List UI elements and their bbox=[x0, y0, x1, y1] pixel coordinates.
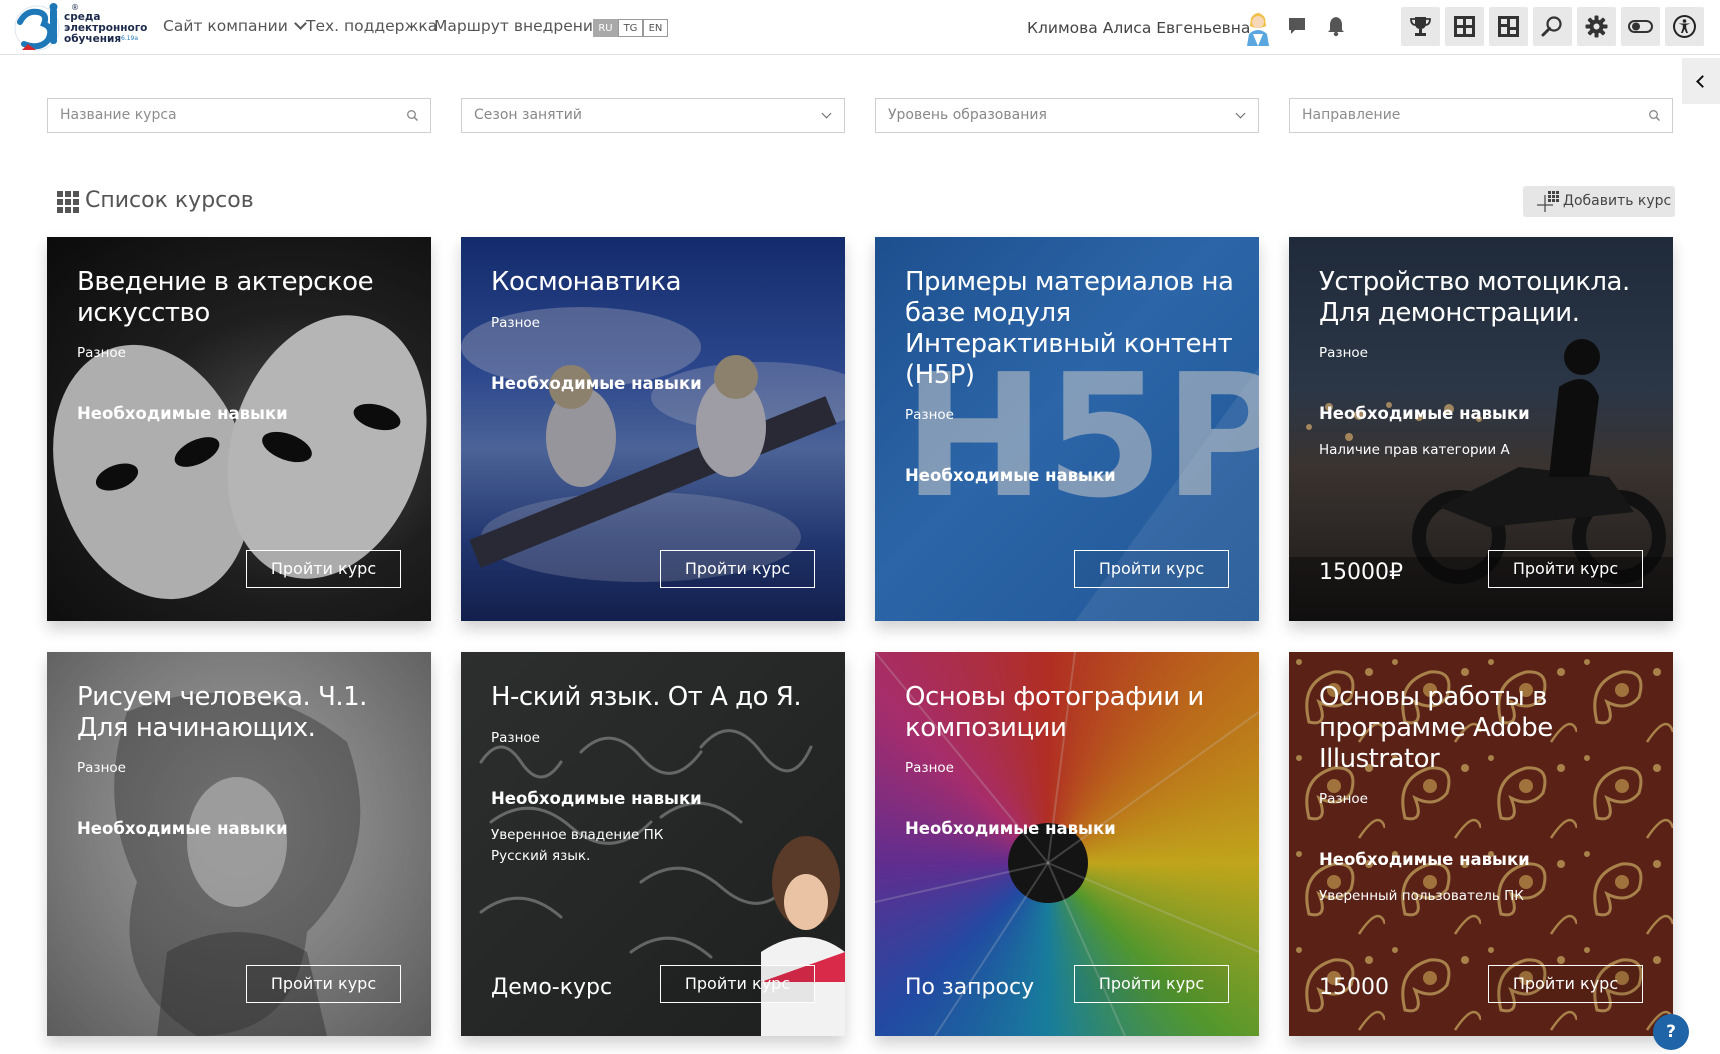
logo[interactable]: ® среда электронного обучения 6.19а bbox=[14, 2, 147, 52]
course-requirement: Уверенное владение ПК bbox=[491, 827, 664, 843]
course-category: Разное bbox=[491, 315, 540, 331]
course-card[interactable]: Основы работы в программе Adobe Illustra… bbox=[1289, 652, 1673, 1036]
chevron-down-icon bbox=[1235, 108, 1246, 119]
start-course-button[interactable]: Пройти курс bbox=[1488, 965, 1643, 1003]
logo-mark-icon bbox=[14, 3, 60, 51]
gear-icon bbox=[1585, 15, 1608, 38]
course-card[interactable]: Устройство мотоцикла. Для демонстрации. … bbox=[1289, 237, 1673, 621]
nav-implementation-route[interactable]: Маршрут внедрения bbox=[434, 17, 602, 35]
course-requirement: Уверенный пользователь ПК bbox=[1319, 888, 1524, 904]
education-level-select[interactable]: Уровень образования bbox=[875, 98, 1259, 133]
course-skills-label: Необходимые навыки bbox=[1319, 850, 1530, 869]
course-skills-label: Необходимые навыки bbox=[77, 404, 288, 423]
course-skills-label: Необходимые навыки bbox=[1319, 404, 1530, 423]
course-skills-label: Необходимые навыки bbox=[491, 374, 702, 393]
board-button[interactable] bbox=[1489, 7, 1528, 46]
course-card[interactable]: Н-ский язык. От А до Я. Разное Необходим… bbox=[461, 652, 845, 1036]
course-category: Разное bbox=[491, 730, 540, 746]
theme-toggle-button[interactable] bbox=[1621, 7, 1660, 46]
trophy-icon bbox=[1410, 17, 1431, 36]
direction-filter[interactable] bbox=[1289, 98, 1673, 133]
add-course-button[interactable]: Добавить курс bbox=[1523, 186, 1675, 217]
course-price: 15000 bbox=[1319, 975, 1389, 1000]
top-bar: ® среда электронного обучения 6.19а Сайт… bbox=[0, 0, 1720, 55]
trophy-button[interactable] bbox=[1401, 7, 1440, 46]
avatar[interactable] bbox=[1243, 8, 1273, 48]
nav-tech-support[interactable]: Тех. поддержка bbox=[306, 17, 437, 35]
education-level-select-value: Уровень образования bbox=[888, 107, 1047, 123]
course-requirement: Русский язык. bbox=[491, 848, 591, 864]
chevron-down-icon bbox=[821, 108, 832, 119]
search-icon bbox=[1541, 16, 1562, 37]
course-requirement: Наличие прав категории А bbox=[1319, 442, 1510, 458]
season-select[interactable]: Сезон занятий bbox=[461, 98, 845, 133]
course-card[interactable]: Основы фотографии и композиции Разное Не… bbox=[875, 652, 1259, 1036]
lang-tg[interactable]: TG bbox=[618, 19, 643, 37]
start-course-button[interactable]: Пройти курс bbox=[246, 965, 401, 1003]
course-name-input[interactable] bbox=[60, 107, 390, 123]
search-button[interactable] bbox=[1533, 7, 1572, 46]
page-title: Список курсов bbox=[85, 188, 254, 213]
course-requirements: Уверенное владение ПК Русский язык. bbox=[491, 825, 821, 867]
course-title: Рисуем человека. Ч.1. Для начинающих. bbox=[77, 682, 367, 743]
start-course-button[interactable]: Пройти курс bbox=[660, 965, 815, 1003]
course-skills-label: Необходимые навыки bbox=[491, 789, 702, 808]
course-name-filter[interactable] bbox=[47, 98, 431, 133]
accessibility-icon bbox=[1673, 15, 1696, 38]
course-title: Н-ский язык. От А до Я. bbox=[491, 682, 802, 712]
layout-button[interactable] bbox=[1445, 7, 1484, 46]
course-category: Разное bbox=[77, 345, 126, 361]
start-course-button[interactable]: Пройти курс bbox=[660, 550, 815, 588]
grid-layout-icon bbox=[1454, 16, 1475, 37]
course-category: Разное bbox=[905, 407, 954, 423]
course-category: Разное bbox=[1319, 791, 1368, 807]
course-card[interactable]: Рисуем человека. Ч.1. Для начинающих. Ра… bbox=[47, 652, 431, 1036]
add-course-label: Добавить курс bbox=[1563, 193, 1672, 209]
bell-icon[interactable] bbox=[1322, 12, 1350, 40]
toggle-icon bbox=[1628, 20, 1653, 33]
start-course-button[interactable]: Пройти курс bbox=[1074, 965, 1229, 1003]
course-card[interactable]: Космонавтика Разное Необходимые навыки П… bbox=[461, 237, 845, 621]
course-price: 15000₽ bbox=[1319, 560, 1403, 585]
course-category: Разное bbox=[905, 760, 954, 776]
logo-version: 6.19а bbox=[121, 35, 139, 42]
chevron-down-icon bbox=[293, 17, 307, 30]
search-icon bbox=[1649, 110, 1661, 122]
lang-en[interactable]: EN bbox=[643, 19, 668, 37]
course-title: Космонавтика bbox=[491, 267, 682, 297]
course-title: Введение в актерское искусство bbox=[77, 267, 374, 328]
puzzle-board-icon bbox=[1498, 16, 1519, 37]
start-course-button[interactable]: Пройти курс bbox=[1074, 550, 1229, 588]
search-icon bbox=[407, 110, 419, 122]
nav-company-site[interactable]: Сайт компании bbox=[163, 17, 307, 35]
accessibility-button[interactable] bbox=[1665, 7, 1704, 46]
lang-ru[interactable]: RU bbox=[593, 19, 618, 37]
course-skills-label: Необходимые навыки bbox=[77, 819, 288, 838]
course-price: Демо-курс bbox=[491, 975, 613, 1000]
user-name[interactable]: Климова Алиса Евгеньевна bbox=[1027, 19, 1250, 37]
chat-icon[interactable] bbox=[1283, 12, 1311, 40]
help-button[interactable]: ? bbox=[1653, 1014, 1689, 1050]
add-grid-icon bbox=[1537, 191, 1559, 212]
course-title: Основы работы в программе Adobe Illustra… bbox=[1319, 682, 1553, 774]
course-title: Основы фотографии и композиции bbox=[905, 682, 1204, 743]
nav-company-site-label: Сайт компании bbox=[163, 17, 288, 35]
course-card[interactable]: H5P Примеры материалов на базе модуля Ин… bbox=[875, 237, 1259, 621]
course-title: Примеры материалов на базе модуля Интера… bbox=[905, 267, 1234, 390]
start-course-button[interactable]: Пройти курс bbox=[1488, 550, 1643, 588]
course-card[interactable]: Введение в актерское искусство Разное Не… bbox=[47, 237, 431, 621]
course-skills-label: Необходимые навыки bbox=[905, 819, 1116, 838]
direction-input[interactable] bbox=[1302, 107, 1632, 123]
start-course-button[interactable]: Пройти курс bbox=[246, 550, 401, 588]
course-title: Устройство мотоцикла. Для демонстрации. bbox=[1319, 267, 1630, 328]
season-select-value: Сезон занятий bbox=[474, 107, 582, 123]
course-skills-label: Необходимые навыки bbox=[905, 466, 1116, 485]
settings-button[interactable] bbox=[1577, 7, 1616, 46]
sidebar-toggle-button[interactable] bbox=[1682, 58, 1720, 104]
course-price: По запросу bbox=[905, 975, 1035, 1000]
grid-list-icon bbox=[57, 191, 79, 213]
course-category: Разное bbox=[1319, 345, 1368, 361]
course-category: Разное bbox=[77, 760, 126, 776]
